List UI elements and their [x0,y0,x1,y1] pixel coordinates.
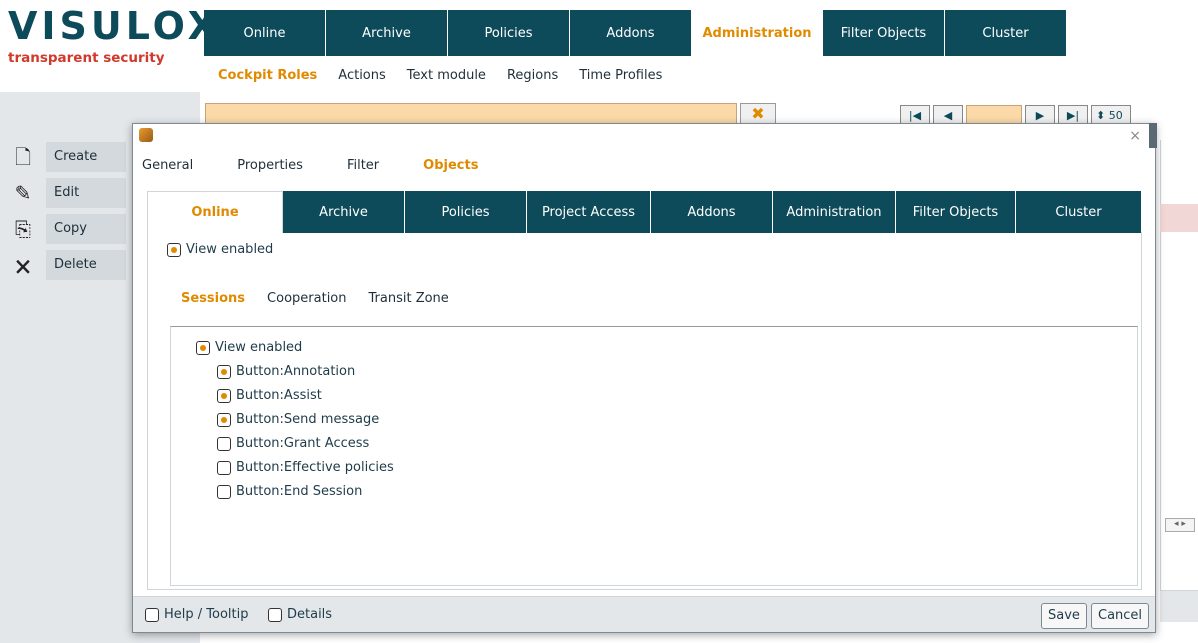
tab-objects[interactable]: Objects [423,158,478,173]
new-document-icon: 🗋 [14,145,32,169]
role-edit-dialog: × General Properties Filter Objects Onli… [132,123,1156,633]
main-navigation: Online Archive Policies Addons Administr… [204,10,1067,56]
copy-button[interactable]: ⎘ Copy [10,214,126,244]
dialog-tabs: General Properties Filter Objects [142,158,522,173]
nav-tab-archive[interactable]: Archive [326,10,448,56]
clear-filter-icon[interactable]: ✖ [740,103,776,125]
checkbox-box [145,607,159,622]
logo: VISULOX transparent security [0,0,217,92]
horizontal-scrollbar[interactable]: ◂ ▸ [1165,518,1195,532]
edit-document-icon: ✎ [14,181,32,205]
checkbox-box [217,484,231,499]
details-checkbox[interactable]: Details [268,607,332,622]
checkbox-box [217,412,231,427]
tab-general[interactable]: General [142,158,193,173]
tree-item-label: Button:Annotation [236,364,356,379]
tree-item-label: Button:Send message [236,412,380,427]
subnav-text-module[interactable]: Text module [407,68,486,83]
details-label: Details [287,607,333,622]
copy-label: Copy [46,214,126,244]
list-row-selected[interactable] [1160,204,1198,232]
view-enabled-label: View enabled [186,242,274,257]
assist-checkbox[interactable]: Button:Assist [217,388,322,403]
nav-tab-filter-objects[interactable]: Filter Objects [823,10,945,56]
checkbox-box [217,388,231,403]
tree-view-enabled-label: View enabled [215,340,303,355]
effective-policies-checkbox[interactable]: Button:Effective policies [217,460,394,475]
edit-label: Edit [46,178,126,208]
delete-button[interactable]: 🗙 Delete [10,250,126,280]
object-tab-addons[interactable]: Addons [651,191,773,233]
tree-item-label: Button:Assist [236,388,322,403]
checkbox-box [196,340,210,355]
object-tab-administration[interactable]: Administration [773,191,896,233]
nav-tab-addons[interactable]: Addons [570,10,692,56]
delete-document-icon: 🗙 [15,253,31,277]
dialog-scrollbar[interactable] [1149,123,1157,148]
annotation-checkbox[interactable]: Button:Annotation [217,364,355,379]
subnav-time-profiles[interactable]: Time Profiles [579,68,662,83]
logo-wordmark: VISULOX [8,4,221,48]
close-icon[interactable]: × [1129,128,1141,144]
subtab-transit-zone[interactable]: Transit Zone [369,291,449,306]
tab-filter[interactable]: Filter [347,158,379,173]
help-tooltip-checkbox[interactable]: Help / Tooltip [145,607,249,622]
nav-tab-administration[interactable]: Administration [692,10,823,56]
object-tab-cluster[interactable]: Cluster [1016,191,1141,233]
checkbox-box [268,607,282,622]
dialog-app-icon [139,128,153,142]
nav-tab-cluster[interactable]: Cluster [945,10,1067,56]
cancel-button[interactable]: Cancel [1091,603,1150,629]
send-message-checkbox[interactable]: Button:Send message [217,412,379,427]
subnav-regions[interactable]: Regions [507,68,558,83]
object-tab-policies[interactable]: Policies [405,191,527,233]
checkbox-box [217,364,231,379]
save-button[interactable]: Save [1041,603,1087,629]
subtab-sessions[interactable]: Sessions [181,291,245,306]
tree-item-label: Button:Effective policies [236,460,394,475]
delete-label: Delete [46,250,126,280]
grant-access-checkbox[interactable]: Button:Grant Access [217,436,369,451]
copy-document-icon: ⎘ [15,217,31,241]
subnav-actions[interactable]: Actions [338,68,386,83]
nav-tab-policies[interactable]: Policies [448,10,570,56]
object-tab-filter-objects[interactable]: Filter Objects [896,191,1016,233]
dialog-footer: Help / Tooltip Details Save Cancel [133,596,1155,632]
checkbox-box [167,242,181,257]
subtab-cooperation[interactable]: Cooperation [267,291,346,306]
page-size-value: 50 [1108,109,1123,122]
checkbox-box [217,460,231,475]
nav-tab-online[interactable]: Online [204,10,326,56]
edit-button[interactable]: ✎ Edit [10,178,126,208]
filter-input[interactable] [205,103,737,125]
object-tab-archive[interactable]: Archive [283,191,405,233]
tree-view-enabled-checkbox[interactable]: View enabled [196,340,302,355]
view-enabled-checkbox[interactable]: View enabled [167,242,273,257]
create-button[interactable]: 🗋 Create [10,142,126,172]
logo-tagline: transparent security [8,50,165,66]
tree-item-label: Button:End Session [236,484,363,499]
object-tabs: Online Archive Policies Project Access A… [147,191,1141,233]
checkbox-box [217,436,231,451]
subnav-cockpit-roles[interactable]: Cockpit Roles [218,68,317,83]
list-footer [1160,590,1198,622]
object-tab-project-access[interactable]: Project Access [527,191,651,233]
help-tooltip-label: Help / Tooltip [164,607,249,622]
online-subtabs: Sessions Cooperation Transit Zone [181,291,471,306]
tab-properties[interactable]: Properties [237,158,303,173]
object-tab-online[interactable]: Online [147,191,283,233]
sub-navigation: Cockpit Roles Actions Text module Region… [218,68,662,83]
tree-item-label: Button:Grant Access [236,436,370,451]
end-session-checkbox[interactable]: Button:End Session [217,484,362,499]
create-label: Create [46,142,126,172]
